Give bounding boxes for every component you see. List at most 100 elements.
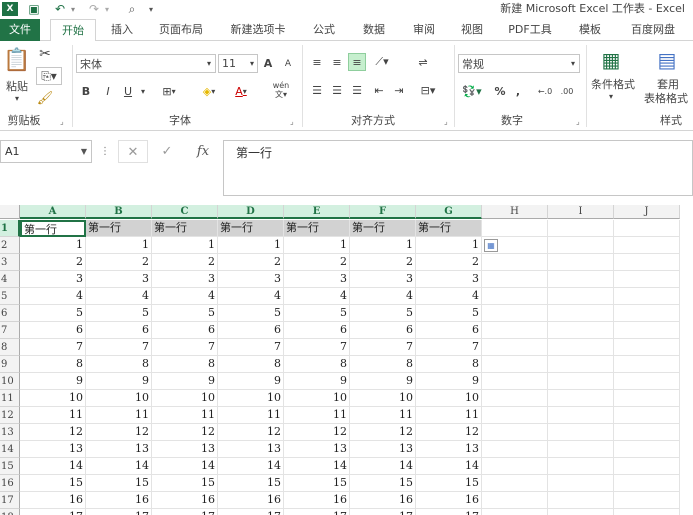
name-box[interactable]: A1 ▼ xyxy=(0,140,92,163)
data-cell[interactable]: 11 xyxy=(416,407,482,424)
empty-cell[interactable] xyxy=(614,458,680,475)
data-cell[interactable]: 16 xyxy=(152,492,218,509)
data-cell[interactable]: 8 xyxy=(20,356,86,373)
data-cell[interactable]: 5 xyxy=(152,305,218,322)
data-cell[interactable]: 7 xyxy=(218,339,284,356)
data-cell[interactable]: 16 xyxy=(350,492,416,509)
row-header[interactable]: 2 xyxy=(0,237,20,254)
row-header[interactable]: 7 xyxy=(0,322,20,339)
data-cell[interactable]: 13 xyxy=(284,441,350,458)
data-cell[interactable]: 11 xyxy=(86,407,152,424)
column-header-b[interactable]: B xyxy=(86,205,152,219)
tab-9[interactable]: PDF工具 xyxy=(500,19,560,41)
empty-cell[interactable] xyxy=(548,305,614,322)
copy-icon[interactable]: ⎘▾ xyxy=(36,67,62,85)
tab-3[interactable]: 页面布局 xyxy=(150,19,212,41)
column-header-c[interactable]: C xyxy=(152,205,218,219)
conditional-format-button[interactable]: 条件格式 xyxy=(588,77,638,91)
data-cell[interactable]: 8 xyxy=(86,356,152,373)
empty-cell[interactable] xyxy=(614,373,680,390)
empty-cell[interactable] xyxy=(482,424,548,441)
paste-dropdown-icon[interactable]: ▾ xyxy=(10,93,24,103)
underline-dropdown-icon[interactable]: ▾ xyxy=(138,81,148,101)
empty-cell[interactable] xyxy=(548,424,614,441)
data-cell[interactable]: 6 xyxy=(284,322,350,339)
data-cell[interactable]: 17 xyxy=(416,509,482,515)
empty-cell[interactable] xyxy=(614,424,680,441)
data-cell[interactable]: 4 xyxy=(86,288,152,305)
empty-cell[interactable] xyxy=(482,288,548,305)
data-cell[interactable]: 10 xyxy=(284,390,350,407)
data-cell[interactable]: 15 xyxy=(350,475,416,492)
data-cell[interactable]: 8 xyxy=(218,356,284,373)
data-cell[interactable]: 2 xyxy=(284,254,350,271)
data-cell[interactable]: 1 xyxy=(152,237,218,254)
data-cell[interactable]: 10 xyxy=(152,390,218,407)
data-cell[interactable]: 15 xyxy=(20,475,86,492)
increase-decimal-icon[interactable]: ←.0 xyxy=(536,81,554,101)
data-cell[interactable]: 4 xyxy=(350,288,416,305)
data-cell[interactable]: 17 xyxy=(284,509,350,515)
row-header[interactable]: 9 xyxy=(0,356,20,373)
align-top-icon[interactable]: ≡ xyxy=(308,53,326,71)
row-header[interactable]: 16 xyxy=(0,475,20,492)
currency-format-icon[interactable]: 💱▾ xyxy=(458,81,486,101)
align-left-icon[interactable]: ☰ xyxy=(308,81,326,99)
wrap-text-icon[interactable]: ⇌ xyxy=(414,53,432,71)
empty-cell[interactable] xyxy=(482,390,548,407)
empty-cell[interactable] xyxy=(548,288,614,305)
row-header[interactable]: 1 xyxy=(0,220,20,237)
empty-cell[interactable] xyxy=(614,271,680,288)
data-cell[interactable]: 7 xyxy=(86,339,152,356)
empty-cell[interactable] xyxy=(548,237,614,254)
grow-font-button[interactable]: A xyxy=(260,54,276,73)
empty-cell[interactable] xyxy=(548,509,614,515)
data-cell[interactable]: 8 xyxy=(152,356,218,373)
data-cell[interactable]: 15 xyxy=(152,475,218,492)
data-cell[interactable]: 10 xyxy=(218,390,284,407)
data-cell[interactable]: 1 xyxy=(284,237,350,254)
data-cell[interactable]: 11 xyxy=(350,407,416,424)
empty-cell[interactable] xyxy=(482,407,548,424)
undo-dropdown-icon[interactable]: ▾ xyxy=(68,1,78,17)
empty-cell[interactable] xyxy=(482,373,548,390)
data-cell[interactable]: 8 xyxy=(284,356,350,373)
percent-button[interactable]: % xyxy=(492,81,508,101)
data-cell[interactable]: 4 xyxy=(416,288,482,305)
font-size-select[interactable]: 11 ▾ xyxy=(218,54,258,73)
tab-4[interactable]: 新建选项卡 xyxy=(222,19,294,41)
data-cell[interactable]: 16 xyxy=(20,492,86,509)
column-header-a[interactable]: A xyxy=(20,205,86,219)
data-cell[interactable]: 12 xyxy=(416,424,482,441)
empty-cell[interactable] xyxy=(548,339,614,356)
empty-cell[interactable] xyxy=(482,271,548,288)
data-cell[interactable]: 5 xyxy=(284,305,350,322)
empty-cell[interactable] xyxy=(614,237,680,254)
row-header[interactable]: 4 xyxy=(0,271,20,288)
row-header[interactable]: 5 xyxy=(0,288,20,305)
active-cell[interactable]: 第一行 xyxy=(20,220,86,237)
align-center-icon[interactable]: ☰ xyxy=(328,81,346,99)
tab-0[interactable]: 文件 xyxy=(0,19,40,41)
header-cell[interactable] xyxy=(482,220,548,237)
row-header[interactable]: 18 xyxy=(0,509,20,515)
alignment-launcher-icon[interactable]: ⌟ xyxy=(444,117,448,126)
redo-dropdown-icon[interactable]: ▾ xyxy=(102,1,112,17)
header-cell[interactable]: 第一行 xyxy=(218,220,284,237)
empty-cell[interactable] xyxy=(548,475,614,492)
row-header[interactable]: 15 xyxy=(0,458,20,475)
data-cell[interactable]: 2 xyxy=(86,254,152,271)
data-cell[interactable]: 13 xyxy=(350,441,416,458)
header-cell[interactable]: 第一行 xyxy=(284,220,350,237)
borders-button[interactable]: ⊞ ▾ xyxy=(156,81,182,101)
data-cell[interactable]: 5 xyxy=(86,305,152,322)
table-format-icon[interactable]: ▤ xyxy=(652,45,682,75)
format-painter-icon[interactable]: 🖌 xyxy=(36,89,54,107)
data-cell[interactable]: 9 xyxy=(86,373,152,390)
empty-cell[interactable] xyxy=(548,271,614,288)
data-cell[interactable]: 12 xyxy=(152,424,218,441)
empty-cell[interactable] xyxy=(548,254,614,271)
data-cell[interactable]: 11 xyxy=(218,407,284,424)
empty-cell[interactable] xyxy=(614,305,680,322)
data-cell[interactable]: 10 xyxy=(350,390,416,407)
